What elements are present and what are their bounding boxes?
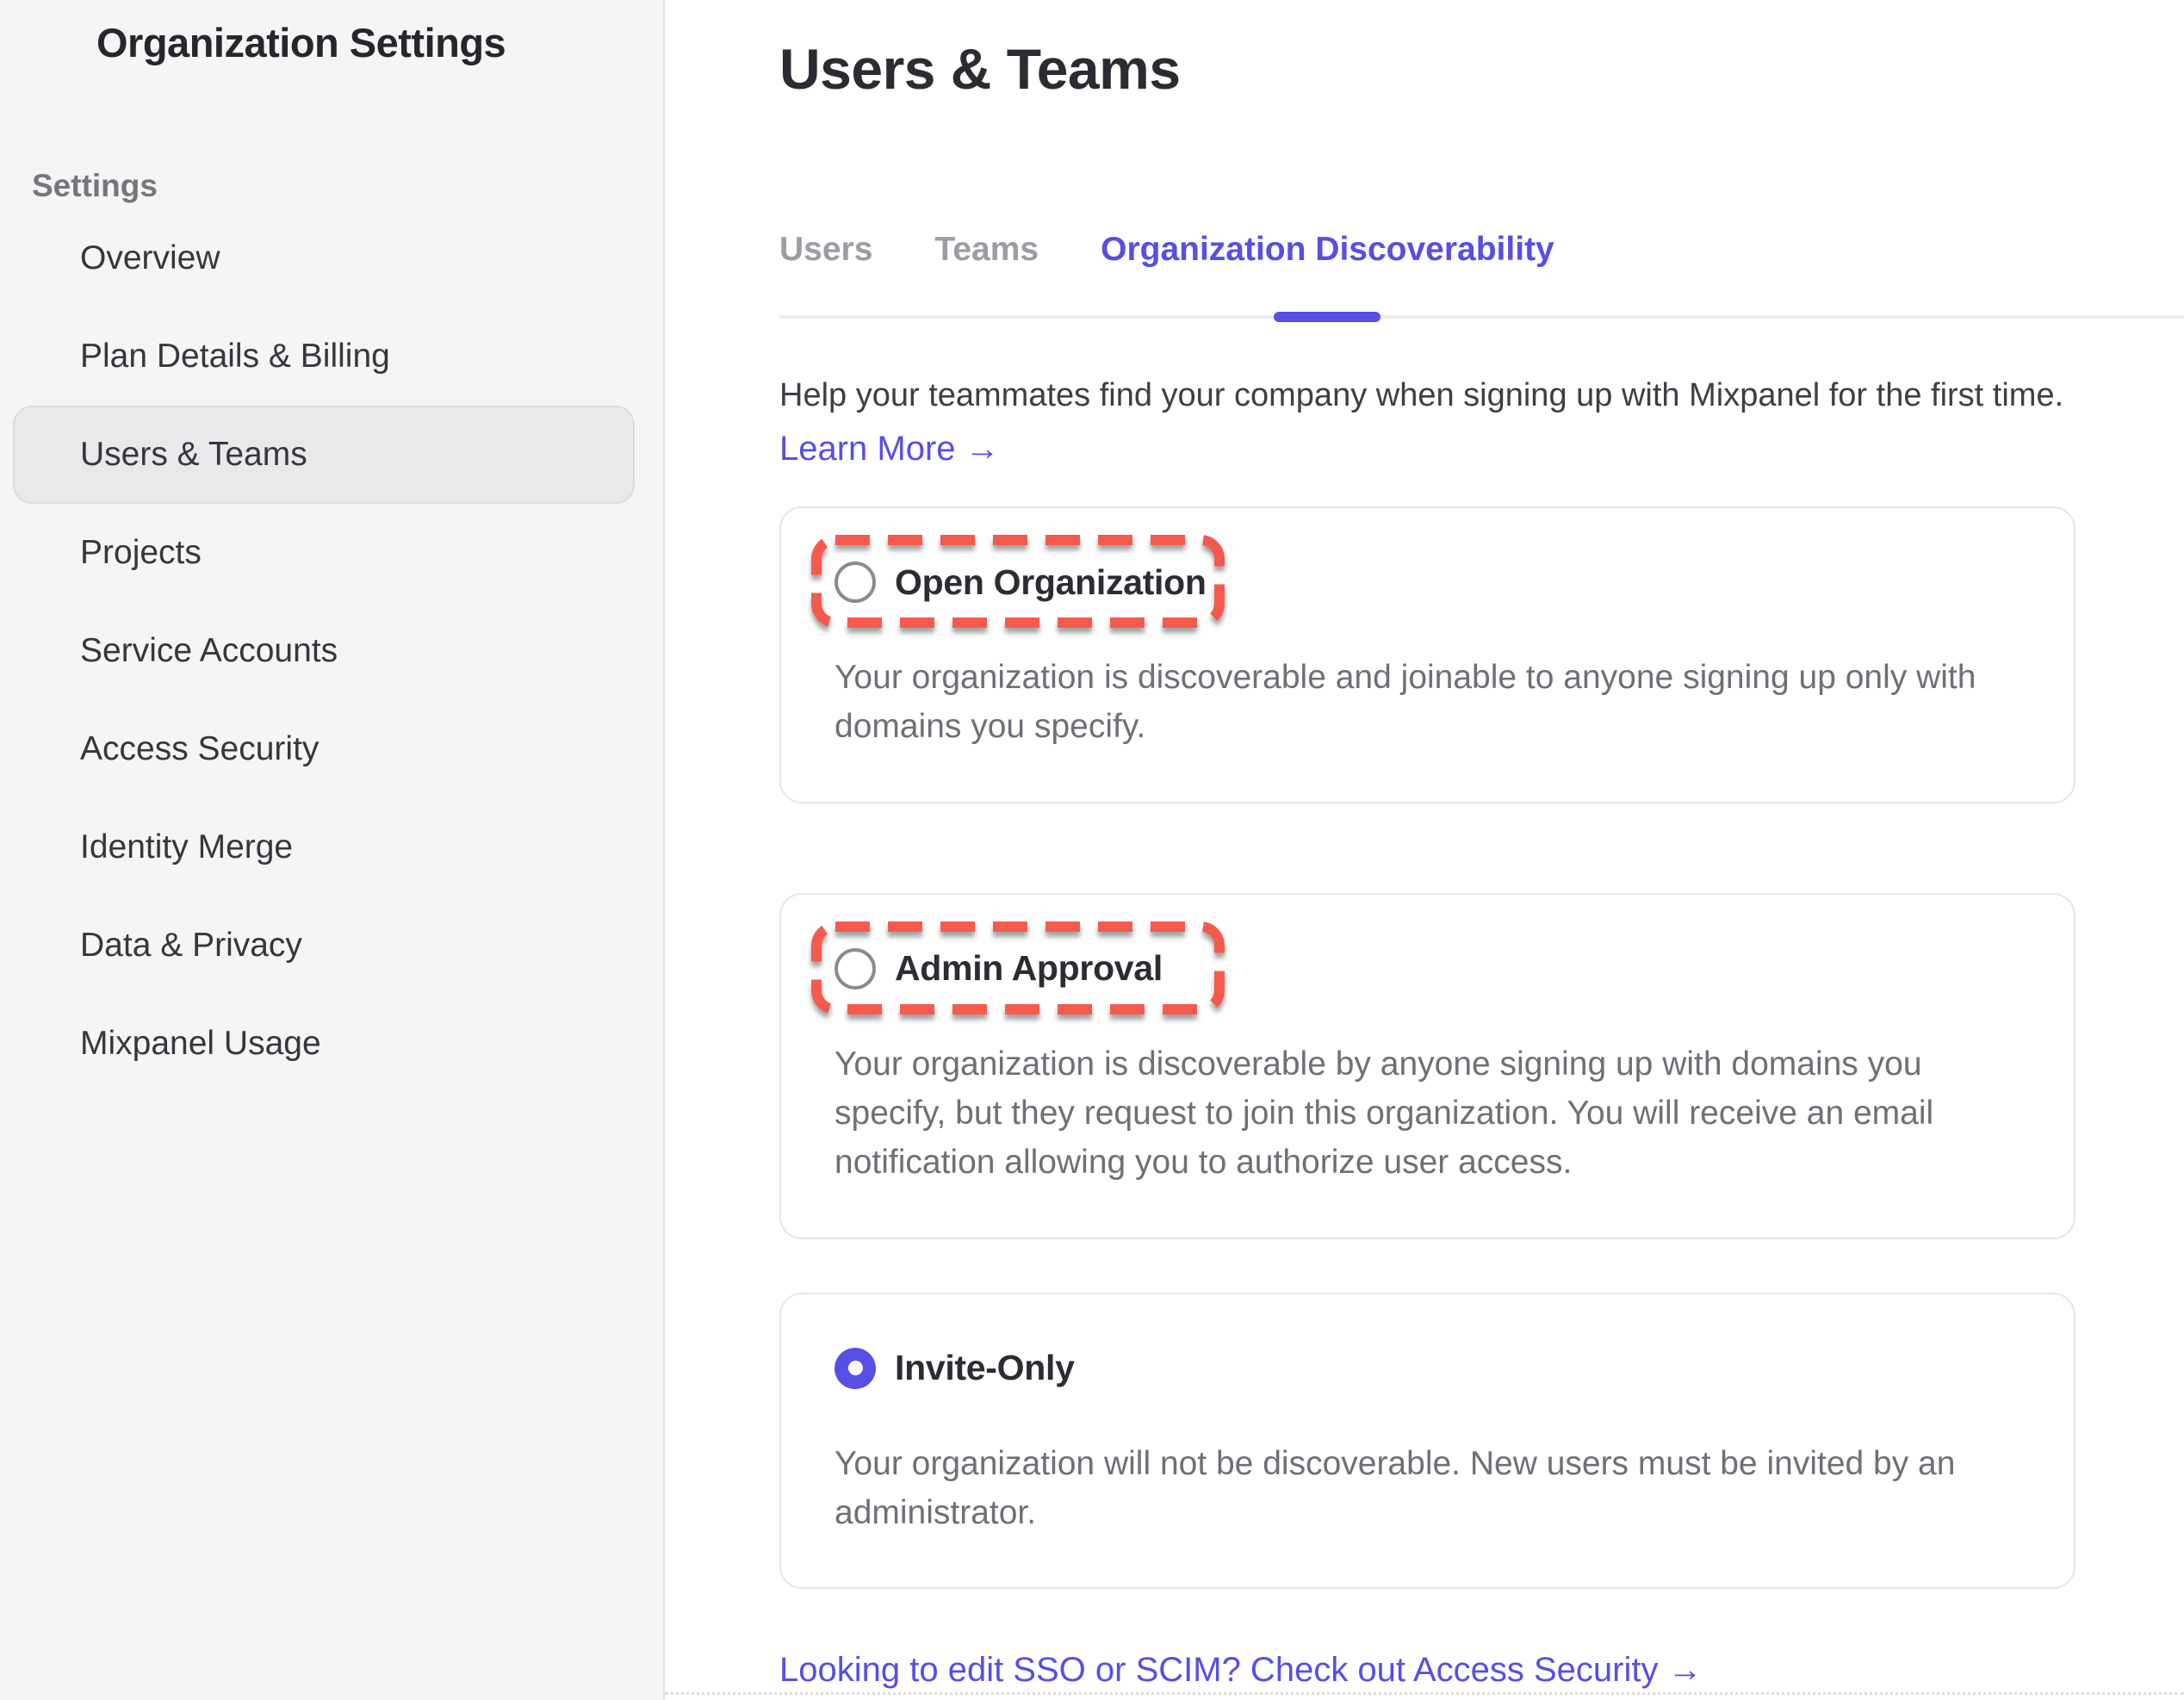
radio-option-open-organization[interactable]: Open Organization xyxy=(835,561,1207,603)
option-card-invite-only: Invite-Only Your organization will not b… xyxy=(779,1293,2075,1590)
option-label-admin-approval: Admin Approval xyxy=(895,948,1163,989)
radio-dot xyxy=(848,1361,863,1375)
radio-unchecked-icon[interactable] xyxy=(835,561,876,603)
sidebar-nav: Overview Plan Details & Billing Users & … xyxy=(0,209,663,1093)
tab-organization-discoverability[interactable]: Organization Discoverability xyxy=(1101,231,1554,315)
tabs: Users Teams Organization Discoverability xyxy=(779,231,2184,319)
bottom-divider xyxy=(665,1692,2184,1695)
tab-teams-label: Teams xyxy=(934,231,1039,268)
intro-text: Help your teammates find your company wh… xyxy=(779,372,2184,419)
option-card-open-organization: Open Organization Your organization is d… xyxy=(779,506,2075,803)
sidebar-section-label: Settings xyxy=(32,168,663,204)
sidebar-item-data-privacy[interactable]: Data & Privacy xyxy=(13,897,635,995)
tab-users[interactable]: Users xyxy=(779,231,872,315)
sidebar-title: Organization Settings xyxy=(0,19,663,66)
access-security-link[interactable]: Looking to edit SSO or SCIM? Check out A… xyxy=(779,1651,1703,1690)
radio-option-invite-only[interactable]: Invite-Only xyxy=(835,1348,1075,1389)
option-label-open-organization: Open Organization xyxy=(895,562,1207,603)
option-description-open-organization: Your organization is discoverable and jo… xyxy=(835,653,2013,752)
sidebar-item-users-teams[interactable]: Users & Teams xyxy=(13,406,635,504)
option-description-invite-only: Your organization will not be discoverab… xyxy=(835,1439,2013,1538)
sidebar-item-access-security[interactable]: Access Security xyxy=(13,700,635,798)
tab-users-label: Users xyxy=(779,231,872,268)
radio-option-admin-approval[interactable]: Admin Approval xyxy=(835,948,1163,990)
tab-organization-discoverability-label: Organization Discoverability xyxy=(1101,231,1554,268)
radio-unchecked-icon[interactable] xyxy=(835,948,876,990)
option-description-admin-approval: Your organization is discoverable by any… xyxy=(835,1039,2013,1188)
learn-more-link[interactable]: Learn More → xyxy=(779,430,1000,468)
sidebar-item-mixpanel-usage[interactable]: Mixpanel Usage xyxy=(13,995,635,1093)
radio-checked-icon[interactable] xyxy=(835,1348,876,1389)
option-label-invite-only: Invite-Only xyxy=(895,1348,1075,1388)
main-content: Users & Teams Users Teams Organization D… xyxy=(665,0,2184,1700)
active-tab-indicator xyxy=(1274,312,1381,322)
sidebar-item-plan-details-billing[interactable]: Plan Details & Billing xyxy=(13,307,635,406)
sidebar-item-service-accounts[interactable]: Service Accounts xyxy=(13,602,635,700)
sidebar-nav-list: Overview Plan Details & Billing Users & … xyxy=(0,209,663,1093)
sidebar-item-projects[interactable]: Projects xyxy=(13,504,635,602)
page-title: Users & Teams xyxy=(779,36,2184,102)
option-card-admin-approval: Admin Approval Your organization is disc… xyxy=(779,893,2075,1239)
sidebar: Organization Settings Settings Overview … xyxy=(0,0,665,1700)
sidebar-item-identity-merge[interactable]: Identity Merge xyxy=(13,798,635,897)
sidebar-item-overview[interactable]: Overview xyxy=(13,209,635,307)
tab-teams[interactable]: Teams xyxy=(934,231,1039,315)
